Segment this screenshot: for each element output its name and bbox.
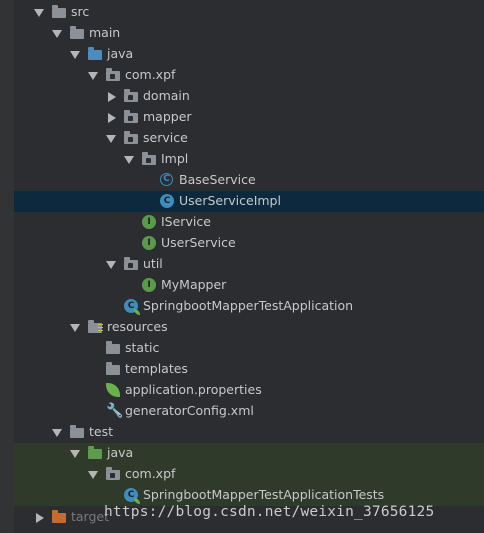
chevron-right-icon[interactable] xyxy=(108,92,116,102)
tree-row-static[interactable]: static xyxy=(14,338,484,359)
tree-label: templates xyxy=(125,361,188,376)
tree-row-test[interactable]: test xyxy=(14,422,484,443)
test-source-folder-icon xyxy=(88,446,102,459)
watermark-text: https://blog.csdn.net/weixin_37656125 xyxy=(104,504,435,520)
tree-row-src[interactable]: src xyxy=(14,2,484,23)
tree-label: util xyxy=(143,256,163,271)
excluded-folder-icon xyxy=(52,510,66,523)
folder-icon xyxy=(106,341,120,354)
package-icon xyxy=(142,152,156,165)
interface-icon: I xyxy=(142,278,156,292)
folder-icon xyxy=(52,5,66,18)
tree-row-test-java[interactable]: java xyxy=(14,443,484,464)
tree-row-springbootmappertestapplication[interactable]: C SpringbootMapperTestApplication xyxy=(14,296,484,317)
left-gutter xyxy=(0,0,15,533)
package-icon xyxy=(106,467,120,480)
tree-row-templates[interactable]: templates xyxy=(14,359,484,380)
tree-label: IService xyxy=(161,214,211,229)
tree-label: application.properties xyxy=(125,382,262,397)
tree-row-mymapper[interactable]: I MyMapper xyxy=(14,275,484,296)
tree-label: SpringbootMapperTestApplicationTests xyxy=(143,487,385,502)
tree-row-test-com-xpf[interactable]: com.xpf xyxy=(14,464,484,485)
chevron-down-icon[interactable] xyxy=(52,30,62,38)
tree-row-java[interactable]: java xyxy=(14,44,484,65)
package-icon xyxy=(106,68,120,81)
tree-label: generatorConfig.xml xyxy=(125,403,254,418)
tree-row-springbootmappertestapplicationtests[interactable]: C SpringbootMapperTestApplicationTests xyxy=(14,485,484,506)
project-tree: src main java com.xpf domain mapper serv… xyxy=(14,0,484,533)
package-icon xyxy=(124,257,138,270)
tree-label: MyMapper xyxy=(161,277,227,292)
tree-label: test xyxy=(89,424,114,439)
tree-row-generatorconfig-xml[interactable]: 🔧 generatorConfig.xml xyxy=(14,401,484,422)
spring-boot-class-icon: C xyxy=(124,488,140,504)
tree-label: BaseService xyxy=(179,172,256,187)
tree-row-userserviceimpl[interactable]: C UserServiceImpl xyxy=(14,191,484,212)
tree-label: src xyxy=(71,4,90,19)
folder-icon xyxy=(70,26,84,39)
chevron-down-icon[interactable] xyxy=(52,429,62,437)
chevron-right-icon[interactable] xyxy=(36,513,44,523)
tree-row-resources[interactable]: resources xyxy=(14,317,484,338)
spring-properties-icon xyxy=(106,383,120,397)
tree-label: Impl xyxy=(161,151,189,166)
chevron-down-icon[interactable] xyxy=(70,450,80,458)
tree-label: mapper xyxy=(143,109,192,124)
tree-row-com-xpf[interactable]: com.xpf xyxy=(14,65,484,86)
interface-icon: I xyxy=(142,215,156,229)
tree-label: static xyxy=(125,340,160,355)
folder-icon xyxy=(70,425,84,438)
tree-label: com.xpf xyxy=(125,466,176,481)
spring-boot-class-icon: C xyxy=(124,299,140,315)
package-icon xyxy=(124,110,138,123)
tree-row-main[interactable]: main xyxy=(14,23,484,44)
tree-label: UserServiceImpl xyxy=(179,193,281,208)
xml-file-icon: 🔧 xyxy=(106,403,124,419)
tree-row-userservice[interactable]: I UserService xyxy=(14,233,484,254)
chevron-down-icon[interactable] xyxy=(88,72,98,80)
tree-label: resources xyxy=(107,319,168,334)
tree-label: service xyxy=(143,130,188,145)
class-icon: C xyxy=(160,194,174,208)
tree-row-util[interactable]: util xyxy=(14,254,484,275)
chevron-down-icon[interactable] xyxy=(70,51,80,59)
tree-row-domain[interactable]: domain xyxy=(14,86,484,107)
chevron-down-icon[interactable] xyxy=(106,261,116,269)
resources-folder-icon xyxy=(88,320,103,333)
tree-label: main xyxy=(89,25,121,40)
tree-label: SpringbootMapperTestApplication xyxy=(143,298,354,313)
tree-row-mapper[interactable]: mapper xyxy=(14,107,484,128)
package-icon xyxy=(124,131,138,144)
tree-row-impl[interactable]: Impl xyxy=(14,149,484,170)
source-folder-icon xyxy=(88,47,102,60)
chevron-down-icon[interactable] xyxy=(88,471,98,479)
tree-label: UserService xyxy=(161,235,236,250)
folder-icon xyxy=(106,362,120,375)
tree-label: domain xyxy=(143,88,190,103)
tree-row-service[interactable]: service xyxy=(14,128,484,149)
tree-row-application-properties[interactable]: application.properties xyxy=(14,380,484,401)
package-icon xyxy=(124,89,138,102)
interface-icon: I xyxy=(142,236,156,250)
chevron-down-icon[interactable] xyxy=(34,9,44,17)
chevron-down-icon[interactable] xyxy=(124,156,134,164)
abstract-class-icon: C xyxy=(160,173,173,186)
chevron-down-icon[interactable] xyxy=(106,135,116,143)
chevron-down-icon[interactable] xyxy=(70,324,80,332)
tree-label: java xyxy=(107,445,134,460)
tree-label: com.xpf xyxy=(125,67,176,82)
tree-row-iservice[interactable]: I IService xyxy=(14,212,484,233)
chevron-right-icon[interactable] xyxy=(108,113,116,123)
tree-row-baseservice[interactable]: C BaseService xyxy=(14,170,484,191)
tree-label: java xyxy=(107,46,134,61)
